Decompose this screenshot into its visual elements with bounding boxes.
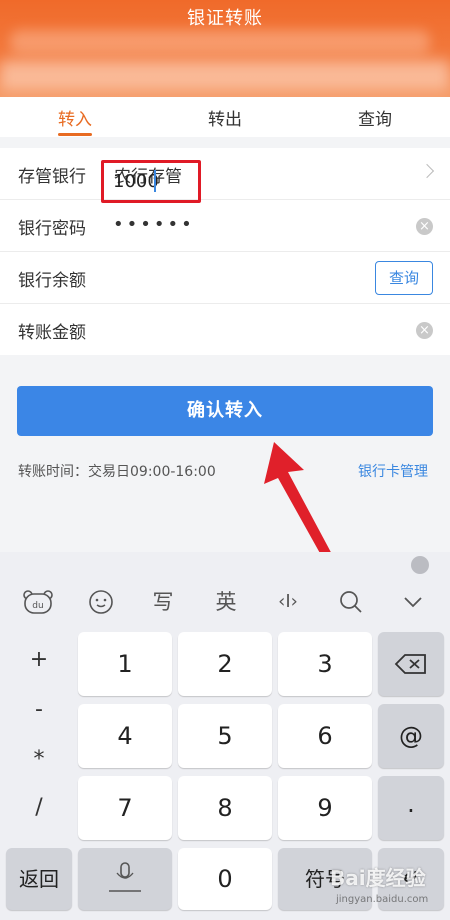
red-arrow-annotation	[264, 442, 334, 564]
confirm-transfer-button[interactable]: 确认转入	[17, 386, 433, 436]
keyboard-toolbar: du 写 英 ‹I›	[0, 582, 450, 622]
amount-input[interactable]: 1000	[113, 171, 159, 192]
key-2[interactable]: 2	[178, 632, 272, 696]
password-field[interactable]: ••••••	[113, 216, 195, 234]
clear-icon[interactable]: ×	[416, 322, 433, 339]
query-balance-button[interactable]: 查询	[375, 261, 433, 295]
english-button[interactable]: 英	[211, 582, 241, 622]
key-8[interactable]: 8	[178, 776, 272, 840]
clear-icon[interactable]: ×	[416, 218, 433, 235]
blurred-area	[0, 60, 450, 90]
bank-row[interactable]: 存管银行 农行存管	[0, 148, 450, 200]
cursor-icon[interactable]: ‹I›	[268, 582, 308, 622]
blurred-area	[10, 30, 430, 54]
key-3[interactable]: 3	[278, 632, 372, 696]
page-title: 银证转账	[187, 8, 263, 29]
back-key[interactable]: 返回	[6, 848, 72, 910]
header-bar: 银证转账	[0, 0, 450, 97]
tab-bar: 转入 转出 查询	[0, 97, 450, 137]
watermark-url: jingyan.baidu.com	[336, 894, 429, 905]
asterisk-key[interactable]: *	[6, 745, 72, 775]
text-caret	[154, 170, 156, 192]
key-6[interactable]: 6	[278, 704, 372, 768]
transfer-time-info: 转账时间：交易日09:00-16:00	[18, 464, 216, 480]
amount-row: 转账金额 ×	[0, 304, 450, 356]
handwrite-button[interactable]: 写	[148, 582, 178, 622]
svg-text:du: du	[32, 601, 43, 611]
active-tab-indicator	[58, 133, 92, 136]
chevron-right-icon	[419, 163, 435, 179]
balance-label: 银行余额	[18, 271, 86, 291]
at-key[interactable]: @	[378, 704, 444, 768]
voice-key[interactable]	[78, 848, 172, 910]
key-0[interactable]: 0	[178, 848, 272, 910]
card-management-link[interactable]: 银行卡管理	[358, 461, 428, 481]
bear-logo-icon[interactable]: du	[20, 582, 56, 622]
balance-row: 银行余额 查询	[0, 252, 450, 304]
dot-key[interactable]: .	[378, 776, 444, 840]
assistant-icon[interactable]	[411, 556, 429, 574]
amount-label: 转账金额	[18, 323, 86, 343]
key-9[interactable]: 9	[278, 776, 372, 840]
minus-key[interactable]: -	[6, 695, 72, 725]
key-1[interactable]: 1	[78, 632, 172, 696]
tab-transfer-out[interactable]: 转出	[185, 105, 265, 130]
plus-key[interactable]: +	[6, 645, 72, 675]
tab-transfer-in[interactable]: 转入	[35, 105, 115, 130]
key-4[interactable]: 4	[78, 704, 172, 768]
collapse-keyboard-icon[interactable]	[398, 582, 428, 622]
baidu-watermark: Bai度经验	[330, 866, 426, 890]
key-7[interactable]: 7	[78, 776, 172, 840]
slash-key[interactable]: /	[6, 793, 72, 823]
tab-query[interactable]: 查询	[335, 105, 415, 130]
key-5[interactable]: 5	[178, 704, 272, 768]
password-label: 银行密码	[18, 219, 86, 239]
bank-label: 存管银行	[18, 167, 86, 187]
transfer-form: 存管银行 农行存管 银行密码 •••••• × 银行余额 查询 转账金额 ×	[0, 148, 450, 355]
emoji-icon[interactable]	[86, 582, 116, 622]
password-row: 银行密码 •••••• ×	[0, 200, 450, 252]
search-icon[interactable]	[336, 582, 366, 622]
backspace-key[interactable]	[378, 632, 444, 696]
